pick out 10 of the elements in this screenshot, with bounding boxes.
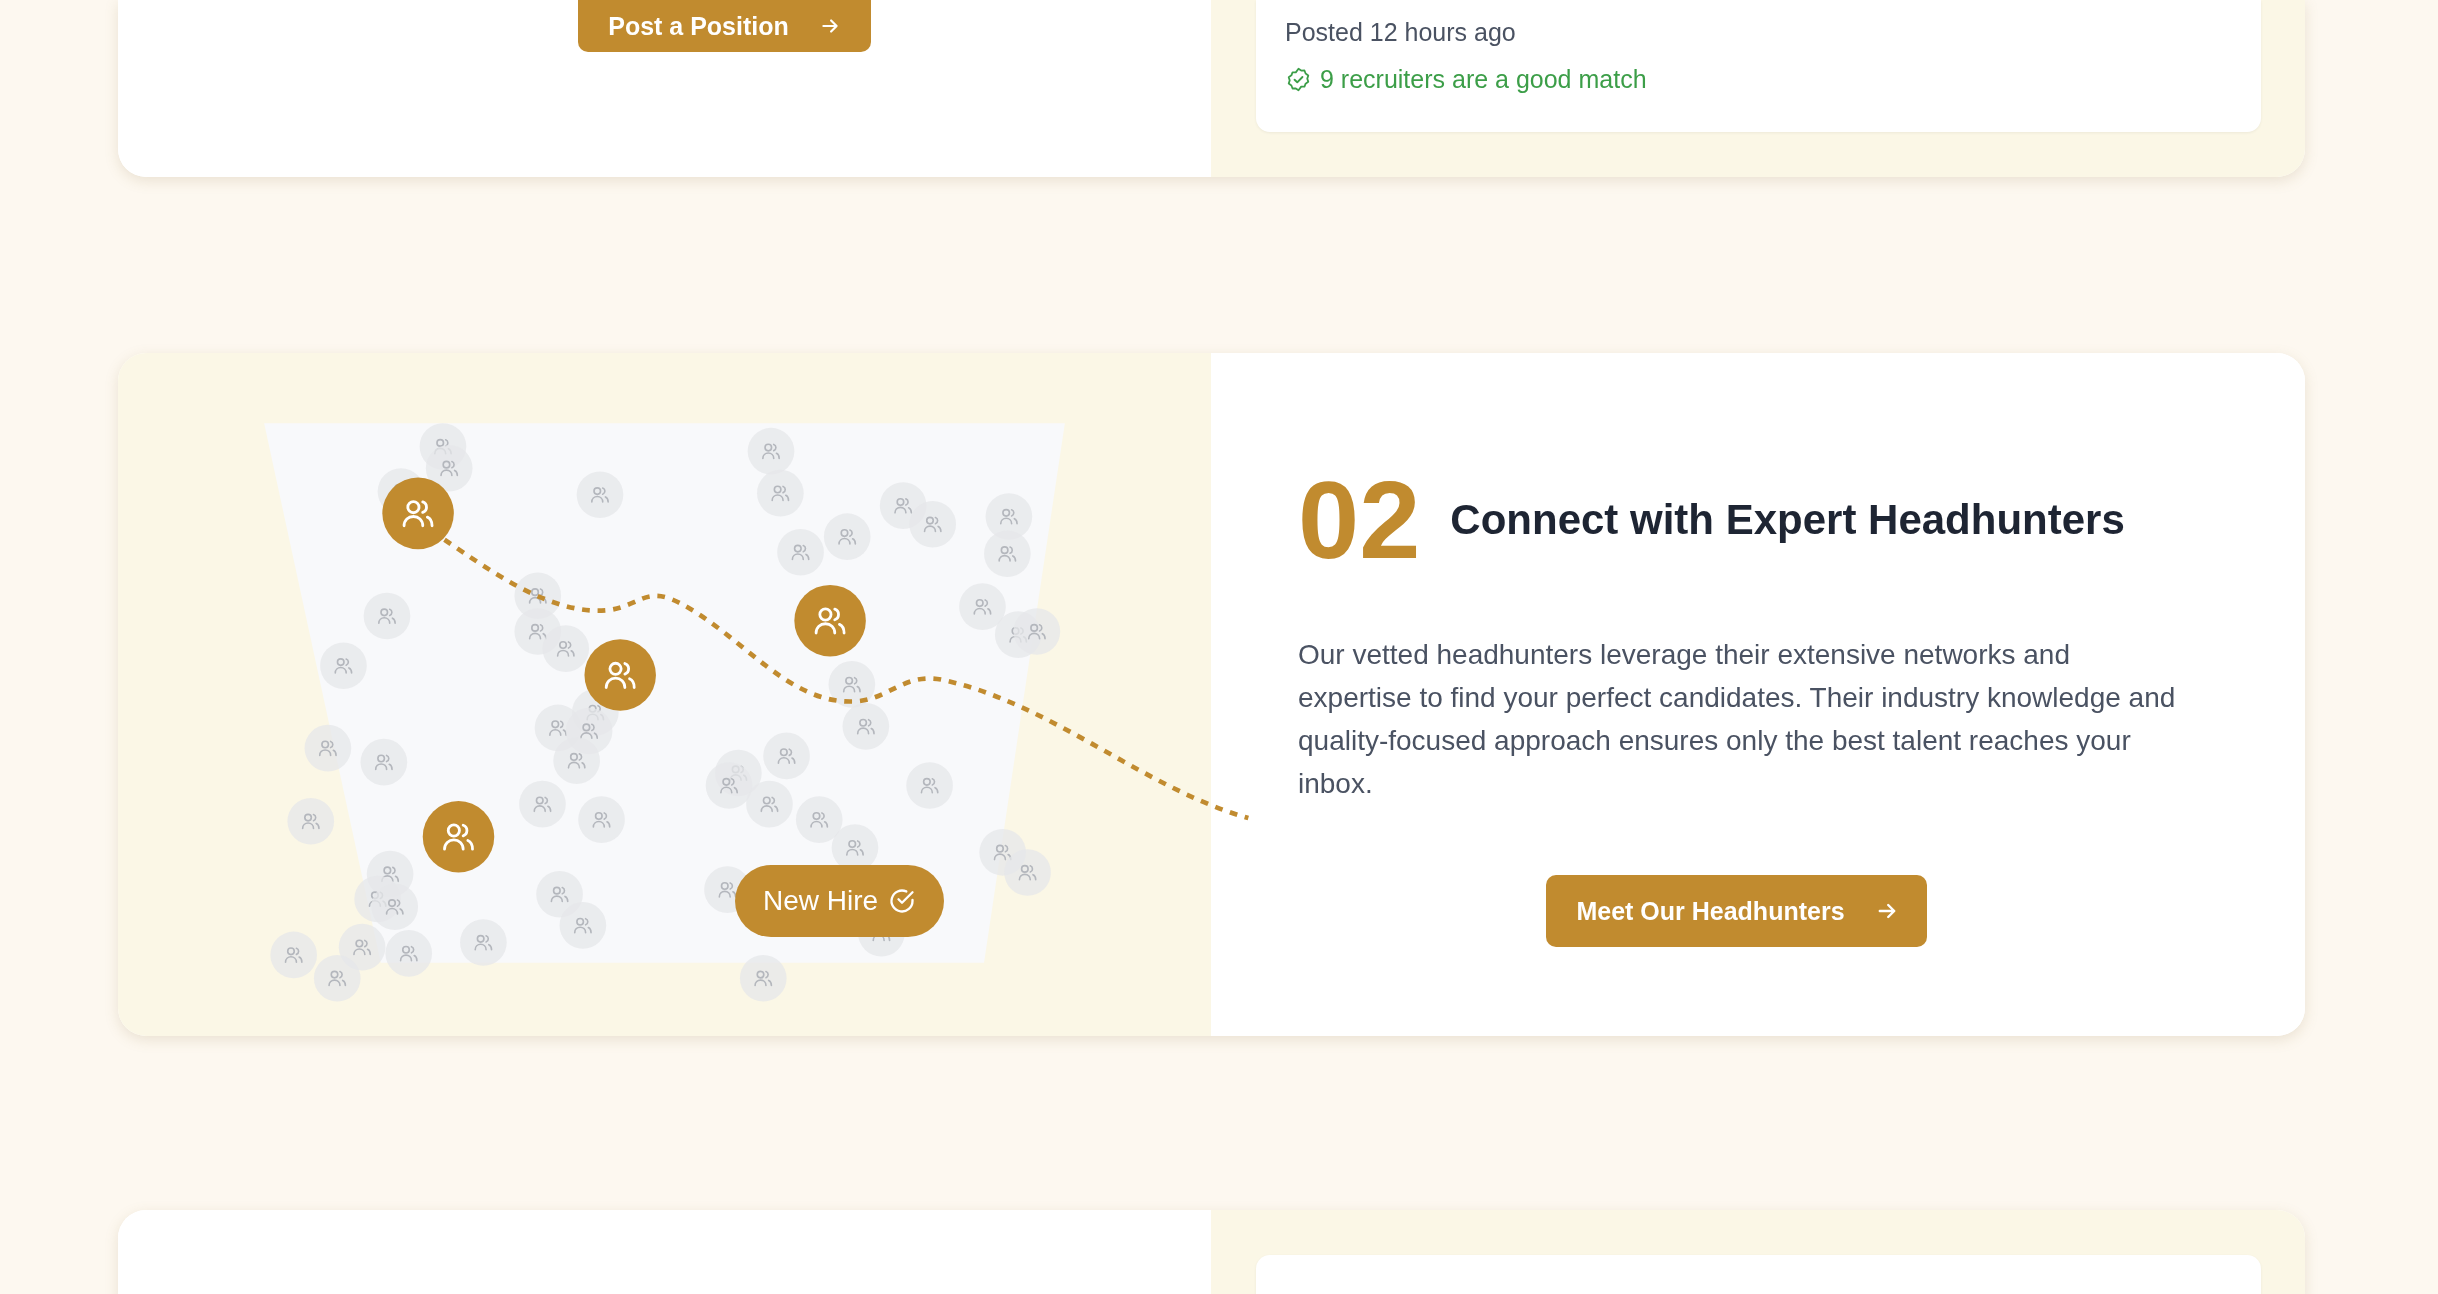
post-position-button[interactable]: Post a Position	[578, 0, 871, 52]
step-description: Our vetted headhunters leverage their extensive networks and expertise to find your perfect candidates. Their industry knowledge and quality-focused approach ensures only the best talent reaches your inbox.	[1298, 638, 2177, 801]
posted-time: Posted 12 hours ago	[1285, 18, 1517, 47]
step-number: 02	[1298, 465, 1421, 575]
new-hire-badge: New Hire	[735, 865, 945, 937]
check-circle-icon	[888, 887, 917, 915]
meet-headhunters-button[interactable]: Meet Our Headhunters	[1546, 875, 1927, 947]
check-badge-icon	[1285, 66, 1312, 93]
step-title: Connect with Expert Headhunters	[1450, 496, 2125, 544]
match-text: 9 recruiters are a good match	[1320, 65, 1647, 94]
